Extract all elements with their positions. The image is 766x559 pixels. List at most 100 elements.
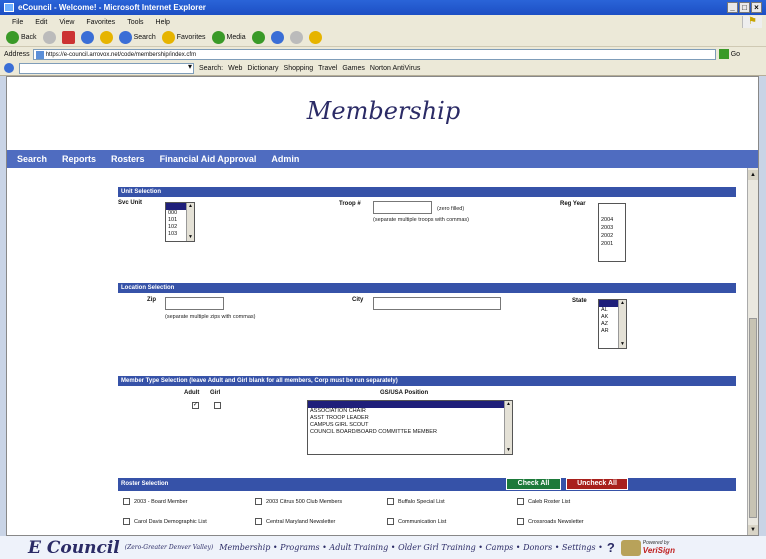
- zip-input[interactable]: [165, 297, 224, 310]
- menu-tools[interactable]: Tools: [127, 19, 143, 26]
- address-input[interactable]: https://e-council.arrovox.net/code/membe…: [32, 48, 716, 60]
- refresh-button[interactable]: [80, 31, 94, 44]
- svc-unit-scrollbar[interactable]: [186, 203, 194, 241]
- reg-year-select[interactable]: 2004 2003 2002 2001: [598, 203, 626, 262]
- title-bar: eCouncil - Welcome! - Microsoft Internet…: [0, 0, 766, 15]
- main-nav: Search Reports Rosters Financial Aid App…: [7, 150, 758, 168]
- roster-checkbox[interactable]: [123, 518, 130, 525]
- menu-view[interactable]: View: [59, 19, 74, 26]
- roster-item[interactable]: Carol Davis Demographic List: [123, 518, 207, 525]
- menu-help[interactable]: Help: [156, 19, 170, 26]
- close-button[interactable]: ×: [751, 2, 762, 13]
- nav-admin[interactable]: Admin: [271, 154, 299, 164]
- roster-item[interactable]: Caleb Roster List: [517, 498, 570, 505]
- media-button[interactable]: Media: [211, 31, 246, 44]
- window-controls: _ □ ×: [727, 2, 762, 13]
- roster-checkbox[interactable]: [517, 518, 524, 525]
- forward-button[interactable]: [42, 31, 56, 44]
- footer-tagline: (Zero-Greater Denver Valley): [124, 544, 214, 551]
- page-content: Membership Search Reports Rosters Financ…: [6, 76, 759, 536]
- roster-item[interactable]: Central Maryland Newsletter: [255, 518, 335, 525]
- favorites-button[interactable]: Favorites: [161, 31, 206, 44]
- menu-bar: File Edit View Favorites Tools Help ⚑: [0, 15, 766, 29]
- forward-arrow-icon: [42, 31, 56, 44]
- reg-year-label: Reg Year: [560, 201, 586, 207]
- toolbar-search-input[interactable]: [19, 62, 194, 74]
- scroll-thumb[interactable]: [749, 318, 757, 518]
- scroll-up-icon[interactable]: ▲: [748, 170, 758, 180]
- uncheck-all-button[interactable]: Uncheck All: [566, 478, 628, 490]
- stop-button[interactable]: [61, 31, 75, 44]
- search-toolbar: Search: Web Dictionary Shopping Travel G…: [0, 61, 766, 76]
- troop-zero-hint: (zero filled): [437, 206, 465, 212]
- svc-unit-select[interactable]: 000 101 102 103: [165, 202, 195, 242]
- home-button[interactable]: [99, 31, 113, 44]
- unit-selection-header: Unit Selection: [118, 187, 736, 197]
- mail-button[interactable]: [270, 31, 284, 44]
- roster-item[interactable]: 2003 Citrus 500 Club Members: [255, 498, 342, 505]
- help-icon[interactable]: ?: [607, 540, 615, 555]
- state-scrollbar[interactable]: [618, 300, 626, 348]
- footer-links[interactable]: Membership • Programs • Adult Training •…: [219, 543, 603, 552]
- verisign-seal-icon: [620, 539, 641, 556]
- refresh-icon: [80, 31, 94, 44]
- state-label: State: [572, 298, 587, 304]
- maximize-button[interactable]: □: [739, 2, 750, 13]
- roster-item[interactable]: 2003 - Board Member: [123, 498, 188, 505]
- nav-financial-aid[interactable]: Financial Aid Approval: [160, 154, 257, 164]
- roster-checkbox[interactable]: [387, 498, 394, 505]
- page-scrollbar[interactable]: ▲ ▼: [747, 168, 758, 535]
- toolbar-norton-button[interactable]: Norton AntiVirus: [370, 65, 420, 72]
- windows-logo-icon: ⚑: [742, 16, 762, 28]
- member-type-header: Member Type Selection (leave Adult and G…: [118, 376, 736, 386]
- toolbar-web-button[interactable]: Web: [228, 65, 242, 72]
- roster-item[interactable]: Communication List: [387, 518, 446, 525]
- menu-edit[interactable]: Edit: [35, 19, 47, 26]
- adult-checkbox[interactable]: ✓: [192, 402, 199, 409]
- menu-file[interactable]: File: [12, 19, 23, 26]
- minimize-button[interactable]: _: [727, 2, 738, 13]
- troop-input[interactable]: [373, 201, 432, 214]
- toolbar-games-button[interactable]: Games: [342, 65, 365, 72]
- go-button[interactable]: Go: [718, 49, 740, 59]
- toolbar-dictionary-button[interactable]: Dictionary: [247, 65, 278, 72]
- city-label: City: [352, 297, 364, 303]
- zip-hint: (separate multiple zips with commas): [165, 314, 256, 320]
- scroll-down-icon[interactable]: ▼: [748, 525, 758, 535]
- location-selection-header: Location Selection: [118, 283, 736, 293]
- roster-item[interactable]: Buffalo Special List: [387, 498, 445, 505]
- footer-logo: E Council: [28, 537, 120, 558]
- roster-item[interactable]: Crossroads Newsletter: [517, 518, 584, 525]
- home-icon: [99, 31, 113, 44]
- state-select[interactable]: AL AK AZ AR: [598, 299, 627, 349]
- roster-selection-header: Roster Selection: [118, 478, 736, 491]
- toolbar-shopping-button[interactable]: Shopping: [284, 65, 314, 72]
- browser-window: eCouncil - Welcome! - Microsoft Internet…: [0, 0, 766, 559]
- girl-checkbox[interactable]: [214, 402, 221, 409]
- toolbar-travel-button[interactable]: Travel: [318, 65, 337, 72]
- print-button[interactable]: [289, 31, 303, 44]
- verisign-badge: Powered by VeriSign: [642, 539, 675, 555]
- folder-button[interactable]: [308, 31, 322, 44]
- toolbar-search-label: Search:: [199, 64, 224, 72]
- history-button[interactable]: [251, 31, 265, 44]
- position-scrollbar[interactable]: [504, 401, 512, 454]
- toolbar: Back Search Favorites Media: [0, 29, 766, 47]
- roster-checkbox[interactable]: [123, 498, 130, 505]
- roster-checkbox[interactable]: [387, 518, 394, 525]
- roster-checkbox[interactable]: [255, 518, 262, 525]
- ie-icon: [4, 3, 14, 12]
- nav-reports[interactable]: Reports: [62, 154, 96, 164]
- media-icon: [211, 31, 225, 44]
- menu-favorites[interactable]: Favorites: [86, 19, 115, 26]
- city-input[interactable]: [373, 297, 501, 310]
- back-button[interactable]: Back: [6, 31, 37, 44]
- roster-checkbox[interactable]: [255, 498, 262, 505]
- history-icon: [251, 31, 265, 44]
- nav-rosters[interactable]: Rosters: [111, 154, 145, 164]
- search-button[interactable]: Search: [118, 31, 156, 44]
- check-all-button[interactable]: Check All: [506, 478, 561, 490]
- roster-checkbox[interactable]: [517, 498, 524, 505]
- nav-search[interactable]: Search: [17, 154, 47, 164]
- position-select[interactable]: ASSOCIATION CHAIR ASST TROOP LEADER CAMP…: [307, 400, 513, 455]
